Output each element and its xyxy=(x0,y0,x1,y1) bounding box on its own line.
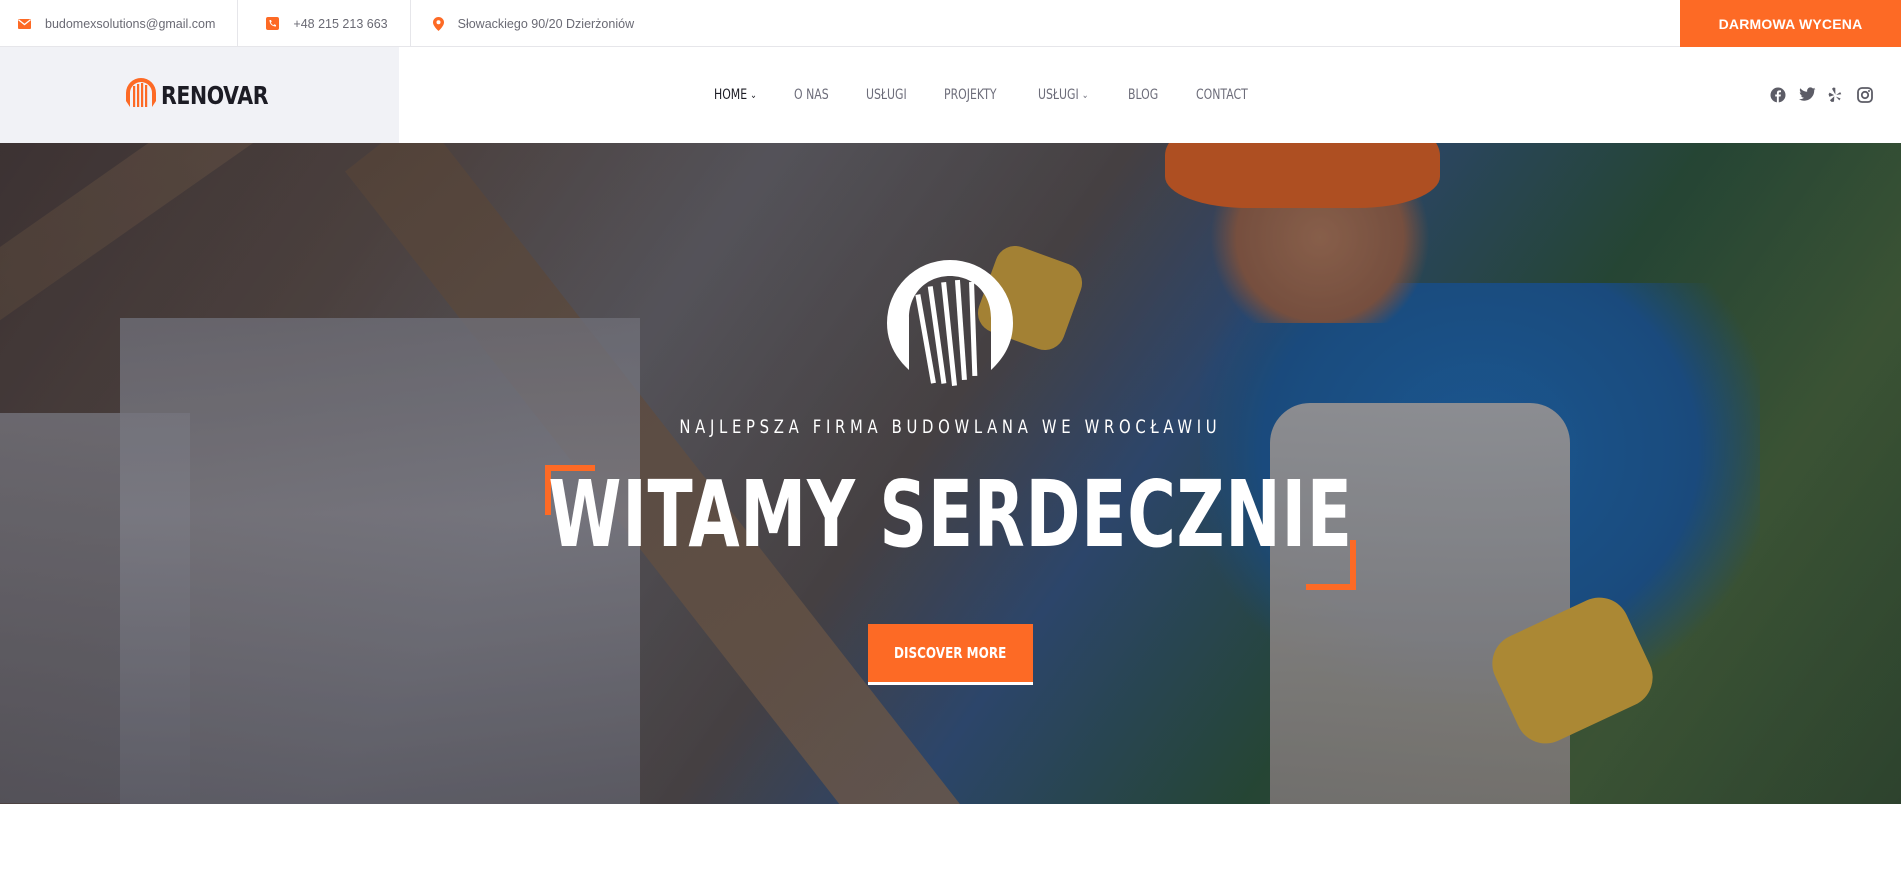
social-links xyxy=(1770,47,1873,143)
nav-label: HOME xyxy=(714,87,748,103)
hero-title-text: WITAMY SERDECZNIE xyxy=(548,461,1353,568)
nav-label: CONTACT xyxy=(1196,87,1248,103)
hero-bracket-bottom-right xyxy=(1306,540,1356,590)
nav-item-uslugi[interactable]: USŁUGI xyxy=(866,87,907,103)
nav-label: USŁUGI xyxy=(1038,87,1079,103)
nav-item-blog[interactable]: BLOG xyxy=(1128,87,1158,103)
map-pin-icon xyxy=(432,16,444,31)
instagram-icon[interactable] xyxy=(1857,87,1873,103)
phone-text: +48 215 213 663 xyxy=(293,16,388,31)
top-phone[interactable]: +48 215 213 663 xyxy=(238,0,411,47)
hero-logo-icon xyxy=(885,258,1015,388)
envelope-icon xyxy=(18,18,31,29)
nav-item-uslugi-dropdown[interactable]: USŁUGI ⌄ xyxy=(1038,87,1088,103)
logo-text: RENOVAR xyxy=(161,80,269,110)
nav-label: PROJEKTY xyxy=(944,87,997,103)
email-text: budomexsolutions@gmail.com xyxy=(45,16,216,31)
nav-label: BLOG xyxy=(1128,87,1159,103)
nav-label: O NAS xyxy=(794,87,829,103)
hero-title: WITAMY SERDECZNIE xyxy=(0,465,1901,565)
free-quote-button[interactable]: DARMOWA WYCENA xyxy=(1680,0,1901,47)
phone-icon xyxy=(266,17,280,30)
top-address: Słowackiego 90/20 Dzierżoniów xyxy=(411,0,656,47)
discover-more-label: DISCOVER MORE xyxy=(894,644,1007,662)
nav-item-contact[interactable]: CONTACT xyxy=(1196,87,1248,103)
nav-label: USŁUGI xyxy=(866,87,907,103)
twitter-icon[interactable] xyxy=(1799,87,1816,103)
chevron-down-icon: ⌄ xyxy=(750,89,757,101)
hero-content: NAJLEPSZA FIRMA BUDOWLANA WE WROCŁAWIU W… xyxy=(0,143,1901,804)
nav-item-o-nas[interactable]: O NAS xyxy=(794,87,829,103)
chevron-down-icon: ⌄ xyxy=(1081,89,1089,101)
facebook-icon[interactable] xyxy=(1770,87,1786,103)
top-email[interactable]: budomexsolutions@gmail.com xyxy=(0,0,239,47)
main-nav: HOME ⌄ O NAS USŁUGI PROJEKTY USŁUGI ⌄ BLOG… xyxy=(714,47,1248,143)
hero-subtitle: NAJLEPSZA FIRMA BUDOWLANA WE WROCŁAWIU xyxy=(0,416,1901,438)
top-bar: budomexsolutions@gmail.com +48 215 213 6… xyxy=(0,0,1901,47)
nav-item-home[interactable]: HOME ⌄ xyxy=(714,87,757,103)
hero-banner: NAJLEPSZA FIRMA BUDOWLANA WE WROCŁAWIU W… xyxy=(0,143,1901,804)
yelp-icon[interactable] xyxy=(1828,87,1844,103)
logo[interactable]: RENOVAR xyxy=(0,47,399,143)
address-text: Słowackiego 90/20 Dzierżoniów xyxy=(457,16,635,31)
nav-item-projekty[interactable]: PROJEKTY xyxy=(944,87,997,103)
main-header: RENOVAR HOME ⌄ O NAS USŁUGI PROJEKTY USŁU… xyxy=(0,47,1901,143)
discover-more-button[interactable]: DISCOVER MORE xyxy=(868,624,1033,685)
logo-mark-icon xyxy=(125,77,157,114)
hero-subtitle-text: NAJLEPSZA FIRMA BUDOWLANA WE WROCŁAWIU xyxy=(679,416,1222,438)
